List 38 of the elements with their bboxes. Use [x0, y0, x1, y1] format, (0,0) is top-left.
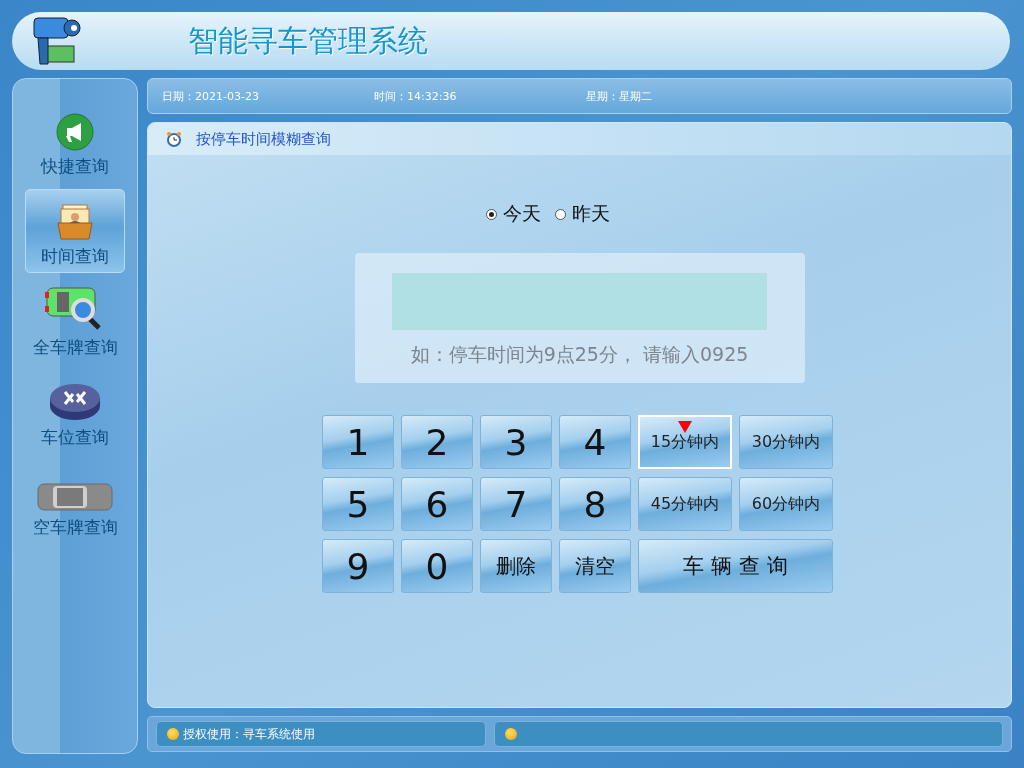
digit-key[interactable]: 8	[559, 477, 631, 531]
radio-button[interactable]	[554, 208, 566, 220]
radio-option[interactable]: 昨天	[554, 201, 610, 227]
search-button[interactable]: 车 辆 查 询	[638, 539, 833, 593]
info-text: 日期：2021-03-23	[162, 88, 260, 104]
digit-key[interactable]: 4	[559, 415, 631, 469]
time-preset-button[interactable]: 45分钟内	[638, 477, 732, 531]
digit-key[interactable]: 2	[401, 415, 473, 469]
digit-key[interactable]: 0	[401, 539, 473, 593]
hint-text: 如：停车时间为9点25分， 请输入0925	[410, 342, 749, 367]
panel-title: 按停车时间模糊查询	[196, 129, 331, 149]
card-file-icon	[55, 203, 95, 241]
alarm-clock-icon	[166, 131, 182, 147]
radio-button[interactable]	[485, 208, 497, 220]
car-icon	[37, 482, 113, 512]
digit-key[interactable]: 1	[322, 415, 394, 469]
input-field[interactable]	[392, 273, 767, 330]
time-preset-button[interactable]: 15分钟内	[638, 415, 732, 469]
app-title: 智能寻车管理系统	[188, 21, 428, 60]
sidebar-item[interactable]: 时间查询	[25, 189, 125, 273]
router-icon	[49, 382, 101, 422]
digit-key[interactable]: 9	[322, 539, 394, 593]
license-text: 授权使用：寻车系统使用	[183, 725, 315, 743]
status-dot-icon	[505, 728, 517, 740]
selection-marker-icon	[678, 421, 692, 433]
time-preset-button[interactable]: 30分钟内	[739, 415, 833, 469]
digit-key[interactable]: 7	[480, 477, 552, 531]
time-preset-button[interactable]: 60分钟内	[739, 477, 833, 531]
status-dot-icon	[167, 728, 179, 740]
digit-key[interactable]: 6	[401, 477, 473, 531]
info-text: 星期：星期二	[586, 88, 653, 104]
digit-key[interactable]: 3	[480, 415, 552, 469]
digit-key[interactable]: 5	[322, 477, 394, 531]
action-button[interactable]: 清空	[559, 539, 631, 593]
action-button[interactable]: 删除	[480, 539, 552, 593]
megaphone-icon	[56, 113, 94, 151]
radio-option[interactable]: 今天	[485, 201, 541, 227]
info-text: 时间：14:32:36	[374, 88, 458, 104]
